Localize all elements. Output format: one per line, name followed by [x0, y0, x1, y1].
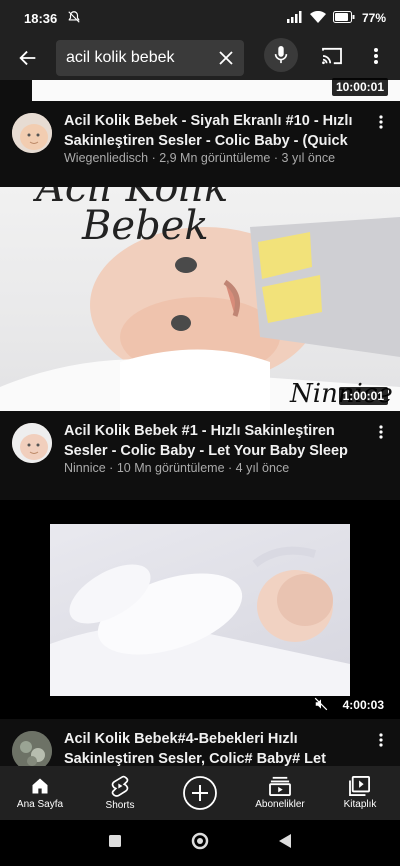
nav-library[interactable]: Kitaplık	[320, 766, 400, 820]
video-menu-button[interactable]	[372, 421, 390, 443]
home-icon	[32, 778, 48, 794]
channel-avatar[interactable]	[12, 731, 52, 766]
more-vertical-icon	[374, 48, 378, 64]
video-thumbnail[interactable]: 4:00:03	[0, 500, 400, 719]
thumbnail-caption: Acil Kolik Bebek	[36, 187, 228, 249]
nav-subscriptions[interactable]: Abonelikler	[240, 766, 320, 820]
thumbnail-caption-line2: Bebek	[82, 203, 209, 249]
nav-shorts[interactable]: Shorts	[80, 766, 160, 820]
channel-avatar[interactable]	[12, 113, 52, 153]
nav-home-label: Ana Sayfa	[16, 799, 64, 810]
status-bar: 18:36 77%	[0, 0, 400, 36]
video-subtitle: Wiegenliedisch · 2,9 Mn görüntüleme · 3 …	[64, 151, 336, 165]
square-icon	[109, 835, 121, 847]
bottom-navigation: Ana Sayfa Shorts Abonelikler Kitaplık	[0, 766, 400, 820]
battery-icon	[332, 10, 355, 26]
video-menu-button[interactable]	[372, 729, 390, 751]
channel-name[interactable]: Wiegenliedisch	[64, 151, 148, 165]
search-query[interactable]: acil kolik bebek	[66, 49, 175, 67]
video-thumbnail[interactable]: 10:00:01	[0, 78, 400, 101]
nav-library-label: Kitaplık	[343, 799, 377, 810]
cast-button[interactable]	[318, 42, 346, 70]
upload-age: 3 yıl önce	[281, 151, 336, 165]
view-count: 10 Mn görüntüleme	[116, 461, 225, 475]
video-thumbnail[interactable]: Acil Kolik Bebek Ninnice 1:00:01	[0, 187, 400, 411]
nav-create[interactable]	[160, 766, 240, 820]
nav-home[interactable]: Ana Sayfa	[0, 766, 80, 820]
video-title[interactable]: Acil Kolik Bebek#4-Bebekleri Hızlı Sakin…	[64, 729, 364, 766]
thumbnail-image	[50, 524, 350, 696]
clear-search-button[interactable]	[214, 46, 238, 70]
mute-icon	[314, 697, 328, 716]
video-menu-button[interactable]	[372, 111, 390, 133]
view-count: 2,9 Mn görüntüleme	[159, 151, 271, 165]
upload-age: 4 yıl önce	[235, 461, 290, 475]
video-title[interactable]: Acil Kolik Bebek #1 - Hızlı Sakinleştire…	[64, 421, 364, 461]
more-vertical-icon	[379, 733, 383, 747]
nav-shorts-label: Shorts	[105, 800, 135, 811]
video-subtitle: Ninnice · 10 Mn görüntüleme · 4 yıl önce	[64, 461, 290, 475]
channel-avatar[interactable]	[12, 423, 52, 463]
circle-icon	[191, 832, 209, 849]
wifi-icon	[309, 10, 326, 26]
mute-icon	[67, 10, 81, 27]
back-system-button[interactable]	[279, 833, 291, 853]
video-meta[interactable]: Acil Kolik Bebek - Siyah Ekranlı #10 - H…	[0, 101, 400, 187]
add-icon	[183, 776, 217, 810]
microphone-icon	[274, 46, 288, 64]
library-icon	[349, 776, 370, 796]
status-time: 18:36	[24, 10, 58, 26]
nav-subscriptions-label: Abonelikler	[255, 799, 305, 810]
system-navigation-bar	[0, 820, 400, 866]
close-icon	[219, 51, 233, 65]
more-vertical-icon	[379, 115, 383, 129]
home-system-button[interactable]	[191, 832, 209, 855]
recents-button[interactable]	[109, 834, 121, 852]
battery-percent: 77%	[361, 11, 386, 25]
voice-search-button[interactable]	[264, 38, 298, 72]
video-title[interactable]: Acil Kolik Bebek - Siyah Ekranlı #10 - H…	[64, 111, 364, 151]
duration-badge: 1:00:01	[338, 387, 388, 405]
back-button[interactable]	[0, 36, 56, 80]
arrow-left-icon	[19, 50, 36, 66]
subscriptions-icon	[269, 776, 291, 796]
duration-badge: 4:00:03	[342, 698, 384, 712]
shorts-icon	[111, 775, 129, 797]
triangle-back-icon	[279, 833, 291, 848]
duration-badge: 10:00:01	[331, 78, 388, 96]
more-options-button[interactable]	[362, 42, 390, 70]
channel-name[interactable]: Ninnice	[64, 461, 106, 475]
video-meta[interactable]: Acil Kolik Bebek#4-Bebekleri Hızlı Sakin…	[0, 719, 400, 766]
video-meta[interactable]: Acil Kolik Bebek #1 - Hızlı Sakinleştire…	[0, 411, 400, 497]
search-input[interactable]: acil kolik bebek	[56, 40, 244, 76]
cast-icon	[322, 47, 342, 65]
signal-icon	[286, 10, 303, 26]
search-header: acil kolik bebek	[0, 36, 400, 80]
more-vertical-icon	[379, 425, 383, 439]
